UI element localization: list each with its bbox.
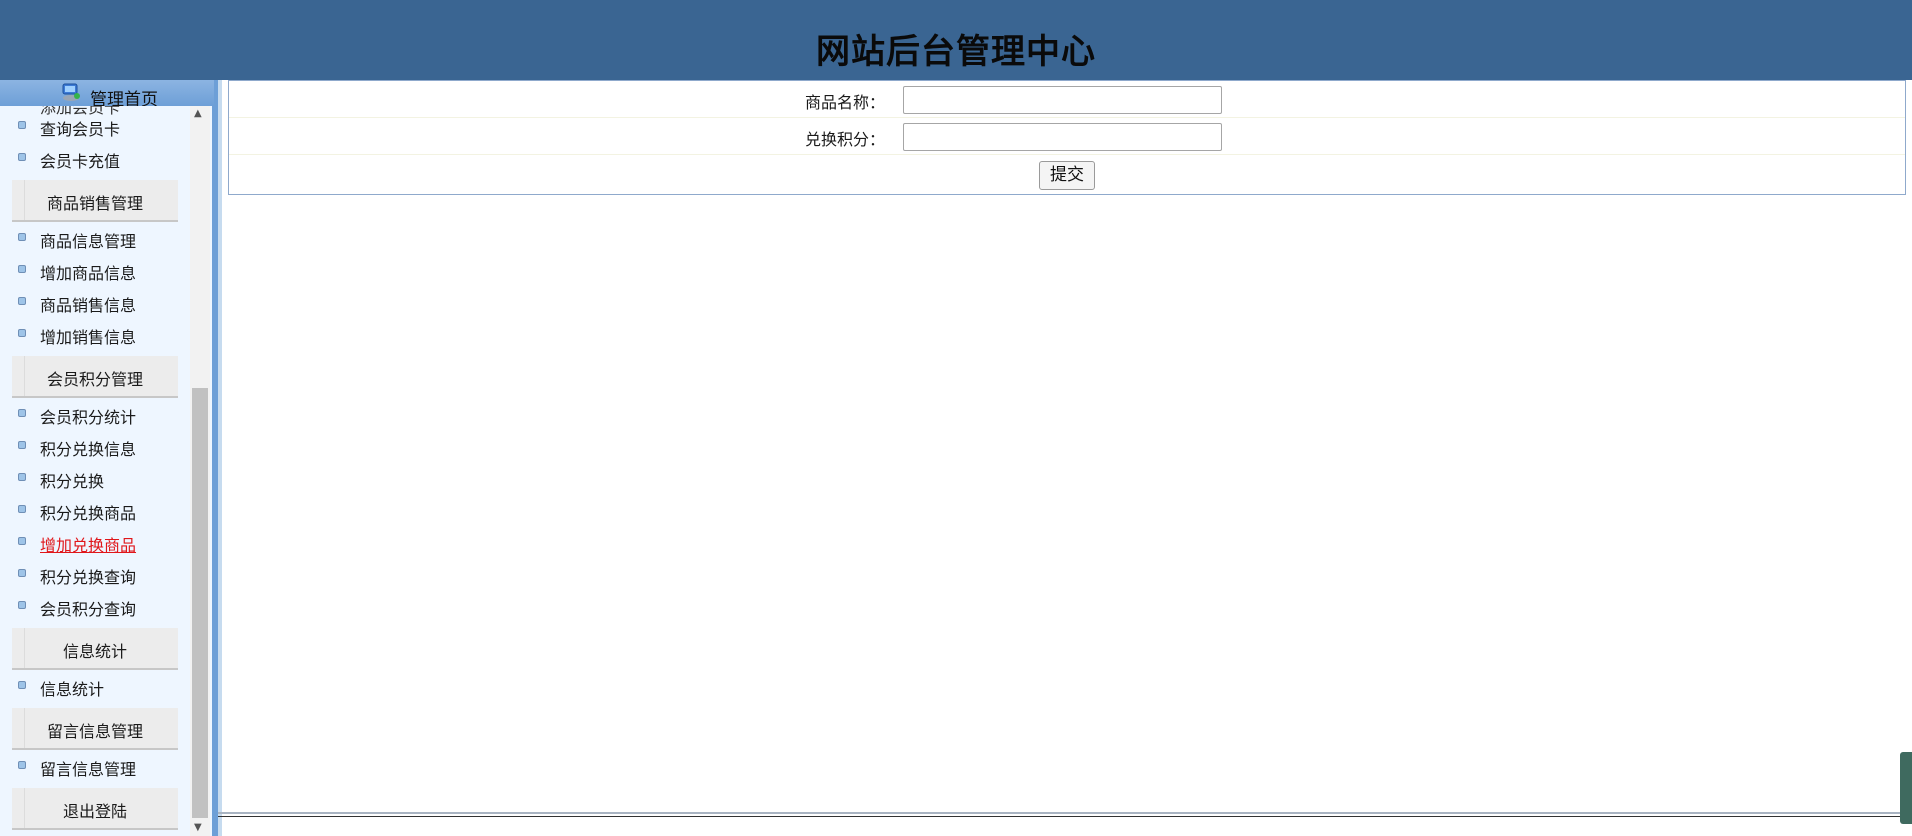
sidebar-item[interactable]: 商品信息管理 (0, 226, 190, 254)
sidebar-item-label[interactable]: 查询会员卡 (40, 116, 120, 140)
sidebar-item[interactable]: 积分兑换 (0, 466, 190, 494)
bullet-icon (18, 233, 26, 241)
bullet-icon (18, 329, 26, 337)
bullet-icon (18, 265, 26, 273)
sidebar-section-header[interactable]: 留言信息管理 (12, 708, 178, 750)
sidebar-item-label[interactable]: 信息统计 (40, 676, 104, 700)
bullet-icon (18, 153, 26, 161)
bottom-divider-dark (218, 816, 1912, 817)
bullet-icon (18, 473, 26, 481)
sidebar-item[interactable]: 信息统计 (0, 674, 190, 702)
sidebar-item[interactable]: 积分兑换查询 (0, 562, 190, 590)
points-input[interactable] (903, 123, 1222, 151)
sidebar-item-label[interactable]: 增加兑换商品 (40, 532, 136, 556)
sidebar-section-header[interactable]: 会员积分管理 (12, 356, 178, 398)
sidebar-section-header[interactable]: 退出登陆 (12, 788, 178, 830)
points-label: 兑换积分： (804, 130, 885, 149)
sidebar-item-label[interactable]: 增加商品信息 (40, 260, 136, 284)
sidebar-item[interactable]: 会员卡充值 (0, 146, 190, 174)
sidebar-section-label: 退出登陆 (62, 802, 127, 821)
bullet-icon (18, 121, 26, 129)
sidebar-item[interactable]: 增加商品信息 (0, 258, 190, 286)
form-row-points: 兑换积分： (229, 118, 1905, 155)
sidebar-item-label[interactable]: 会员积分查询 (40, 596, 136, 620)
bottom-divider (218, 812, 1912, 814)
sidebar-item-label[interactable]: 积分兑换查询 (40, 564, 136, 588)
product-name-label: 商品名称： (804, 93, 885, 112)
scrollbar-thumb[interactable] (192, 388, 208, 818)
product-name-input[interactable] (903, 86, 1222, 114)
sidebar-item[interactable]: 积分兑换信息 (0, 434, 190, 462)
bullet-icon (18, 537, 26, 545)
sidebar-section-header[interactable]: 信息统计 (12, 628, 178, 670)
bullet-icon (18, 297, 26, 305)
sidebar-item-label[interactable]: 会员积分统计 (40, 404, 136, 428)
sidebar-item[interactable]: 增加销售信息 (0, 322, 190, 350)
sidebar-section-label: 商品销售管理 (46, 194, 143, 213)
sidebar-item-label[interactable]: 商品销售信息 (40, 292, 136, 316)
main-content: 商品名称： 兑换积分： 提交 (222, 80, 1912, 836)
sidebar-item[interactable]: 会员积分统计 (0, 402, 190, 430)
sidebar-item[interactable]: 查询会员卡 (0, 114, 190, 142)
sidebar-scrollbar[interactable]: ▲ ▼ (190, 106, 210, 836)
bullet-icon (18, 761, 26, 769)
sidebar-section-header[interactable]: 商品销售管理 (12, 180, 178, 222)
sidebar-section-label: 留言信息管理 (46, 722, 143, 741)
sidebar-menu-frame: 添加会员卡 查询会员卡 会员卡充值 商品销售管理 商品信息管理 增加商品信息 商品销售信息… (0, 106, 212, 836)
page-title: 网站后台管理中心 (816, 32, 1096, 72)
sidebar-item-label[interactable]: 商品信息管理 (40, 228, 136, 252)
scroll-up-icon[interactable]: ▲ (194, 108, 202, 119)
sidebar-item-label[interactable]: 积分兑换商品 (40, 500, 136, 524)
form-row-product-name: 商品名称： (229, 81, 1905, 118)
bullet-icon (18, 601, 26, 609)
submit-button[interactable]: 提交 (1039, 161, 1095, 190)
sidebar-item[interactable]: 留言信息管理 (0, 754, 190, 782)
home-bar[interactable]: 管理首页 (0, 80, 214, 110)
sidebar-item-label[interactable]: 会员卡充值 (40, 148, 120, 172)
sidebar-item-label[interactable]: 留言信息管理 (40, 756, 136, 780)
sidebar-section-label: 会员积分管理 (46, 370, 143, 389)
sidebar-item[interactable]: 商品销售信息 (0, 290, 190, 318)
bullet-icon (18, 569, 26, 577)
sidebar-item-label[interactable]: 积分兑换 (40, 468, 104, 492)
sidebar-item-label[interactable]: 增加销售信息 (40, 324, 136, 348)
sidebar-item[interactable]: 积分兑换商品 (0, 498, 190, 526)
add-exchange-product-form: 商品名称： 兑换积分： 提交 (228, 80, 1906, 195)
sidebar-item[interactable]: 会员积分查询 (0, 594, 190, 622)
sidebar: 管理首页 添加会员卡 查询会员卡 会员卡充值 商品销售管理 商品信息管理 增加商品信息商… (0, 80, 218, 836)
bullet-icon (18, 681, 26, 689)
sidebar-menu: 添加会员卡 查询会员卡 会员卡充值 商品销售管理 商品信息管理 增加商品信息 商品销售信息… (0, 106, 190, 836)
floating-widget[interactable] (1900, 752, 1912, 824)
bullet-icon (18, 505, 26, 513)
header-bar: 网站后台管理中心 (0, 0, 1912, 80)
scroll-down-icon[interactable]: ▼ (194, 822, 202, 833)
sidebar-section-label: 信息统计 (62, 642, 127, 661)
computer-icon (62, 83, 80, 101)
sidebar-item-label[interactable]: 积分兑换信息 (40, 436, 136, 460)
bullet-icon (18, 409, 26, 417)
sidebar-item[interactable]: 增加兑换商品 (0, 530, 190, 558)
bullet-icon (18, 441, 26, 449)
